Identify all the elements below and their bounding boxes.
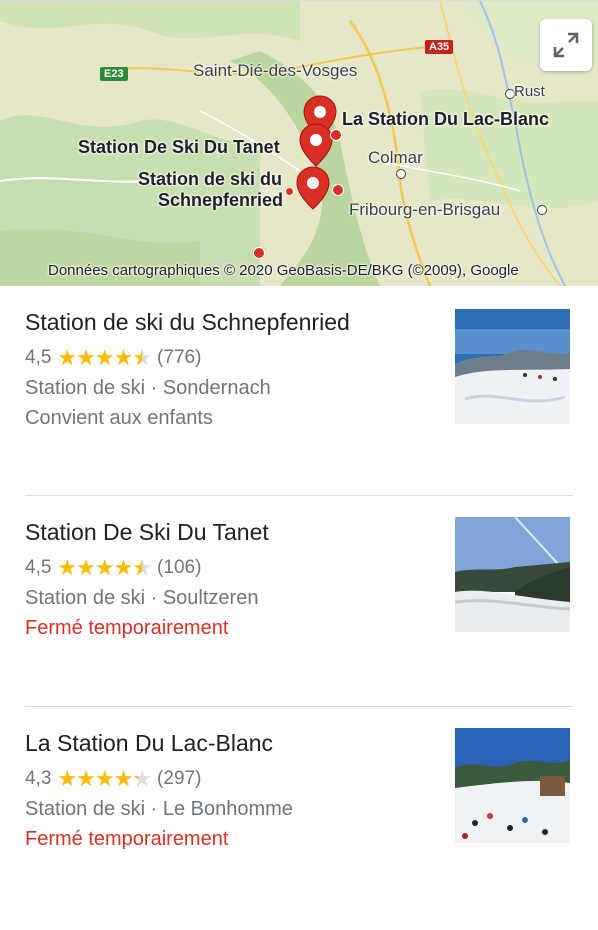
list-item[interactable]: Station de ski du Schnepfenried 4,5 ★★★★… — [25, 309, 573, 509]
divider — [25, 706, 573, 707]
map-dot-marker[interactable] — [285, 187, 294, 196]
result-thumbnail[interactable] — [455, 728, 570, 843]
result-thumbnail[interactable] — [455, 517, 570, 632]
rating-row: 4,5 ★★★★★★★★★★ (106) — [25, 555, 201, 581]
map-label-fribourg: Fribourg-en-Brisgau — [349, 200, 501, 219]
review-count[interactable]: (106) — [157, 557, 201, 579]
map-label-saint-die: Saint-Dié-des-Vosges — [193, 61, 358, 80]
result-status: Fermé temporairement — [25, 617, 229, 639]
road-e23-badge: E23 — [100, 67, 128, 81]
result-status: Fermé temporairement — [25, 828, 229, 850]
review-count[interactable]: (776) — [157, 347, 201, 369]
result-status: Convient aux enfants — [25, 407, 213, 429]
rating-value: 4,5 — [25, 347, 52, 368]
star-rating-icon: ★★★★★★★★★★ — [57, 555, 152, 580]
expand-map-button[interactable] — [540, 19, 592, 71]
town-marker-fribourg — [537, 205, 547, 215]
result-title[interactable]: Station de ski du Schnepfenried — [25, 309, 350, 336]
map-label-colmar: Colmar — [368, 148, 423, 167]
star-rating-icon: ★★★★★★★★★★ — [57, 766, 152, 791]
map-label-tanet[interactable]: Station De Ski Du Tanet — [78, 137, 280, 158]
map-label-schnepfenried-line1[interactable]: Station de ski du — [138, 169, 282, 190]
map-attribution: Données cartographiques © 2020 GeoBasis-… — [48, 262, 519, 279]
map-label-lac-blanc[interactable]: La Station Du Lac-Blanc — [342, 109, 549, 130]
map-dot-marker[interactable] — [330, 129, 342, 141]
map-pin-schnepfenried[interactable] — [296, 166, 330, 210]
results-map[interactable]: E23 A35 Saint-Dié-des-Vosges Rust Colmar… — [0, 0, 598, 286]
map-label-rust: Rust — [514, 83, 545, 100]
result-title[interactable]: La Station Du Lac-Blanc — [25, 730, 273, 757]
divider — [25, 495, 573, 496]
rating-row: 4,3 ★★★★★★★★★★ (297) — [25, 766, 201, 792]
road-a35-badge: A35 — [425, 40, 454, 54]
result-category: Station de ski · Sondernach — [25, 377, 271, 399]
star-rating-icon: ★★★★★★★★★★ — [57, 345, 152, 370]
map-label-schnepfenried-line2[interactable]: Schnepfenried — [158, 190, 283, 211]
result-category: Station de ski · Le Bonhomme — [25, 798, 293, 820]
map-dot-marker[interactable] — [332, 184, 344, 196]
review-count[interactable]: (297) — [157, 768, 201, 790]
rating-row: 4,5 ★★★★★★★★★★ (776) — [25, 345, 201, 371]
list-item[interactable]: Station De Ski Du Tanet 4,5 ★★★★★★★★★★ (… — [25, 517, 573, 719]
expand-icon — [553, 32, 579, 58]
rating-value: 4,3 — [25, 768, 52, 789]
result-category: Station de ski · Soultzeren — [25, 587, 259, 609]
result-title[interactable]: Station De Ski Du Tanet — [25, 519, 269, 546]
map-pin-tanet[interactable] — [299, 123, 333, 167]
result-thumbnail[interactable] — [455, 309, 570, 424]
rating-value: 4,5 — [25, 557, 52, 578]
map-dot-marker[interactable] — [253, 247, 265, 259]
town-marker-colmar — [396, 169, 406, 179]
list-item[interactable]: La Station Du Lac-Blanc 4,3 ★★★★★★★★★★ (… — [25, 728, 573, 930]
